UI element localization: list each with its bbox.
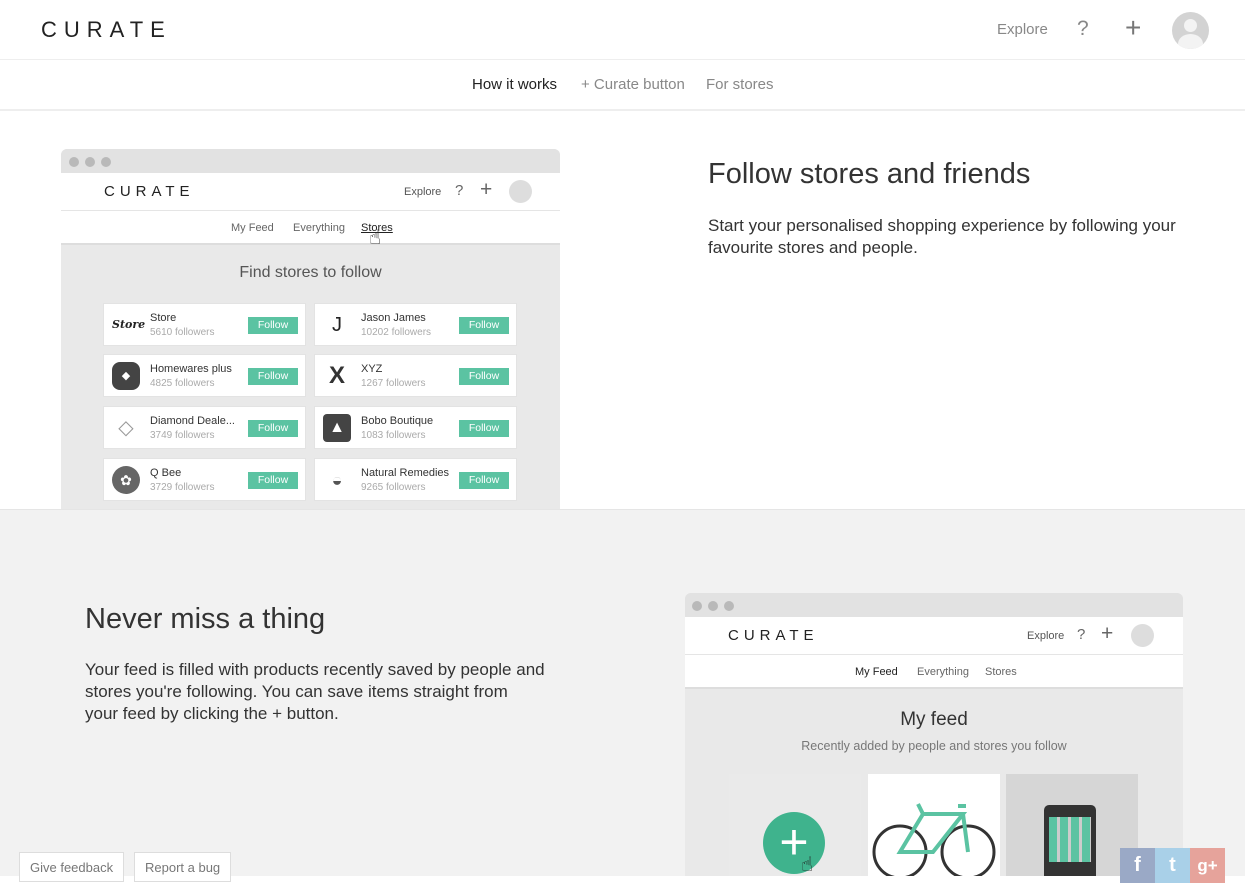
follow-button: Follow bbox=[459, 317, 509, 334]
google-plus-icon[interactable]: g+ bbox=[1190, 848, 1225, 883]
store-followers: 1083 followers bbox=[361, 430, 426, 441]
follow-heading: Follow stores and friends bbox=[708, 158, 1031, 190]
mock-nav-stores: Stores bbox=[985, 666, 1017, 678]
hand-cursor-icon: ☝ bbox=[801, 854, 814, 876]
add-to-curate-icon: + bbox=[763, 812, 825, 874]
follow-button: Follow bbox=[248, 317, 298, 334]
mock-explore: Explore bbox=[404, 186, 442, 198]
store-followers: 1267 followers bbox=[361, 378, 426, 389]
mock-help-icon: ? bbox=[455, 182, 464, 199]
store-card: J Jason James 10202 followers Follow bbox=[314, 303, 517, 346]
store-followers: 9265 followers bbox=[361, 482, 426, 493]
sub-nav: How it works + Curate button For stores bbox=[0, 60, 1245, 111]
store-card: ◆ Homewares plus 4825 followers Follow bbox=[103, 354, 306, 397]
store-name: Homewares plus bbox=[150, 363, 232, 375]
store-card: ◒ Natural Remedies 9265 followers Follow bbox=[314, 458, 517, 501]
mock-find-heading: Find stores to follow bbox=[239, 264, 382, 281]
bobo-logo-icon: ▲ bbox=[323, 414, 351, 442]
mock-nav-myfeed: My Feed bbox=[855, 666, 898, 678]
tab-how-it-works[interactable]: How it works bbox=[472, 76, 557, 93]
feed-description: Your feed is filled with products recent… bbox=[85, 660, 545, 723]
mock-nav-everything: Everything bbox=[917, 666, 969, 678]
feed-item: + ☝ bbox=[729, 774, 861, 876]
mock-help-icon: ? bbox=[1077, 626, 1086, 643]
store-logo-icon: Store bbox=[112, 311, 145, 339]
store-card: ✿ Q Bee 3729 followers Follow bbox=[103, 458, 306, 501]
follow-button: Follow bbox=[459, 368, 509, 385]
mock-avatar bbox=[509, 180, 532, 203]
mock-nav-myfeed: My Feed bbox=[231, 222, 274, 234]
follow-description: Start your personalised shopping experie… bbox=[708, 216, 1176, 257]
store-name: Q Bee bbox=[150, 467, 182, 479]
store-card: ◇ Diamond Deale... 3749 followers Follow bbox=[103, 406, 306, 449]
xyz-logo-icon: X bbox=[323, 362, 351, 390]
store-followers: 10202 followers bbox=[361, 327, 432, 338]
store-name: Jason James bbox=[361, 312, 426, 324]
avatar[interactable] bbox=[1172, 12, 1209, 49]
mock-logo: CURATE bbox=[728, 627, 819, 644]
tab-curate-button[interactable]: + Curate button bbox=[581, 76, 685, 93]
bicycle-icon bbox=[872, 803, 996, 876]
store-followers: 4825 followers bbox=[150, 378, 215, 389]
phone-icon bbox=[1044, 805, 1096, 876]
explore-link[interactable]: Explore bbox=[997, 21, 1048, 38]
mock-nav-everything: Everything bbox=[293, 222, 345, 234]
homewares-logo-icon: ◆ bbox=[112, 362, 140, 390]
store-name: Bobo Boutique bbox=[361, 415, 434, 427]
feed-item bbox=[1006, 774, 1138, 876]
help-icon[interactable]: ? bbox=[1077, 17, 1089, 41]
follow-button: Follow bbox=[248, 420, 298, 437]
store-card: ▲ Bobo Boutique 1083 followers Follow bbox=[314, 406, 517, 449]
mock-feed-heading: My feed bbox=[900, 709, 968, 730]
jj-logo-icon: J bbox=[323, 311, 351, 339]
mock-add-icon: + bbox=[480, 178, 493, 201]
tab-for-stores[interactable]: For stores bbox=[706, 76, 774, 93]
follow-button: Follow bbox=[248, 472, 298, 489]
twitter-icon[interactable]: t bbox=[1155, 848, 1190, 883]
store-followers: 3729 followers bbox=[150, 482, 215, 493]
follow-button: Follow bbox=[248, 368, 298, 385]
follow-button: Follow bbox=[459, 472, 509, 489]
store-name: Store bbox=[150, 312, 177, 324]
feed-heading: Never miss a thing bbox=[85, 603, 326, 635]
report-bug-button[interactable]: Report a bug bbox=[134, 852, 232, 882]
mock-feed-subheading: Recently added by people and stores you … bbox=[801, 739, 1067, 753]
top-bar: CURATE Explore ? + bbox=[0, 0, 1245, 60]
feed-screenshot: CURATE Explore ? + My Feed Everything St… bbox=[685, 593, 1183, 876]
store-followers: 5610 followers bbox=[150, 327, 215, 338]
bee-icon: ✿ bbox=[112, 466, 140, 494]
mock-logo: CURATE bbox=[104, 183, 195, 200]
give-feedback-button[interactable]: Give feedback bbox=[19, 852, 125, 882]
stores-screenshot: CURATE Explore ? + My Feed Everything St… bbox=[61, 149, 560, 511]
feed-item bbox=[868, 774, 1000, 876]
add-icon[interactable]: + bbox=[1125, 13, 1141, 43]
store-followers: 3749 followers bbox=[150, 430, 215, 441]
curate-logo[interactable]: CURATE bbox=[41, 17, 172, 43]
store-name: Diamond Deale... bbox=[150, 415, 235, 427]
mock-explore: Explore bbox=[1027, 630, 1065, 642]
store-name: XYZ bbox=[361, 363, 383, 375]
mortar-icon: ◒ bbox=[323, 466, 351, 494]
store-card: X XYZ 1267 followers Follow bbox=[314, 354, 517, 397]
mock-add-icon: + bbox=[1101, 622, 1114, 645]
follow-button: Follow bbox=[459, 420, 509, 437]
mock-avatar bbox=[1131, 624, 1154, 647]
facebook-icon[interactable]: f bbox=[1120, 848, 1155, 883]
hand-cursor-icon: ☝ bbox=[369, 227, 382, 249]
diamond-icon: ◇ bbox=[112, 414, 140, 442]
store-card: Store Store 5610 followers Follow bbox=[103, 303, 306, 346]
store-name: Natural Remedies bbox=[361, 467, 450, 479]
